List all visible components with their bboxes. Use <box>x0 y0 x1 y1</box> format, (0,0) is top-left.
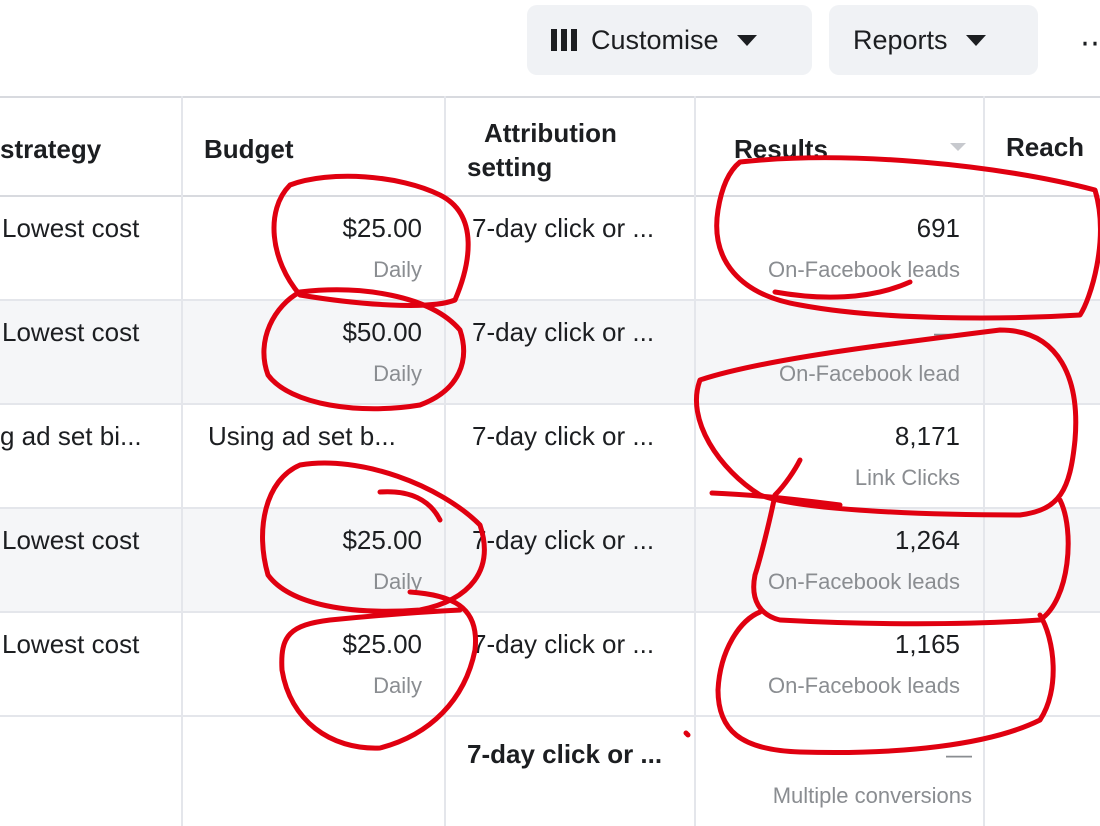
totals-result: — <box>946 739 972 769</box>
strategy-cell: Lowest cost <box>2 317 140 347</box>
column-divider <box>694 96 696 826</box>
budget-cell: Using ad set b... <box>208 421 396 451</box>
column-divider <box>983 96 985 826</box>
attribution-cell: 7-day click or ... <box>472 525 655 555</box>
sort-caret-icon[interactable] <box>950 143 966 151</box>
reports-label: Reports <box>853 24 948 55</box>
attribution-cell: 7-day click or ... <box>472 213 655 243</box>
strategy-cell: Lowest cost <box>2 629 140 659</box>
attribution-cell: 7-day click or ... <box>472 421 655 451</box>
column-divider <box>181 96 183 826</box>
budget-cell: $25.00 <box>342 213 422 243</box>
result-cell: 691 <box>916 213 960 243</box>
budget-type: Daily <box>373 673 422 698</box>
result-type: On-Facebook leads <box>768 673 960 698</box>
strategy-cell: Lowest cost <box>2 525 140 555</box>
budget-type: Daily <box>373 361 422 386</box>
chevron-down-icon <box>965 34 986 46</box>
result-type: On-Facebook leads <box>768 569 960 594</box>
header-strategy[interactable]: strategy <box>0 132 101 166</box>
chevron-down-icon <box>736 34 757 46</box>
customise-button[interactable]: Customise <box>527 5 812 75</box>
result-cell: 1,264 <box>894 525 960 555</box>
attribution-cell: 7-day click or ... <box>472 629 655 659</box>
columns-icon <box>551 29 577 51</box>
more-options-icon[interactable]: ⋯ <box>1080 26 1100 61</box>
strategy-cell: Lowest cost <box>2 213 140 243</box>
result-cell: — <box>934 317 960 347</box>
budget-type: Daily <box>373 569 422 594</box>
reports-button[interactable]: Reports <box>829 5 1038 75</box>
result-type: On-Facebook leads <box>768 257 960 282</box>
header-results[interactable]: Results <box>734 132 828 166</box>
header-attribution-line2[interactable]: setting <box>467 150 552 184</box>
result-cell: 1,165 <box>894 629 960 659</box>
totals-result-type: Multiple conversions <box>772 783 972 808</box>
totals-attribution: 7-day click or ... <box>467 739 663 769</box>
header-reach[interactable]: Reach <box>1006 130 1084 164</box>
attribution-cell: 7-day click or ... <box>472 317 655 347</box>
customise-label: Customise <box>591 24 719 55</box>
budget-cell: $25.00 <box>342 525 422 555</box>
column-divider <box>444 96 446 826</box>
toolbar: Customise Reports ⋯ <box>0 0 1100 96</box>
budget-cell: $50.00 <box>342 317 422 347</box>
result-cell: 8,171 <box>894 421 960 451</box>
header-budget[interactable]: Budget <box>204 132 294 166</box>
ads-table: strategy Budget Attribution setting Resu… <box>0 96 1100 826</box>
budget-cell: $25.00 <box>342 629 422 659</box>
strategy-cell: g ad set bi... <box>0 421 142 451</box>
budget-type: Daily <box>373 257 422 282</box>
result-type: On-Facebook lead <box>779 361 960 386</box>
header-attribution-line1[interactable]: Attribution <box>484 116 617 150</box>
result-type: Link Clicks <box>854 465 960 490</box>
